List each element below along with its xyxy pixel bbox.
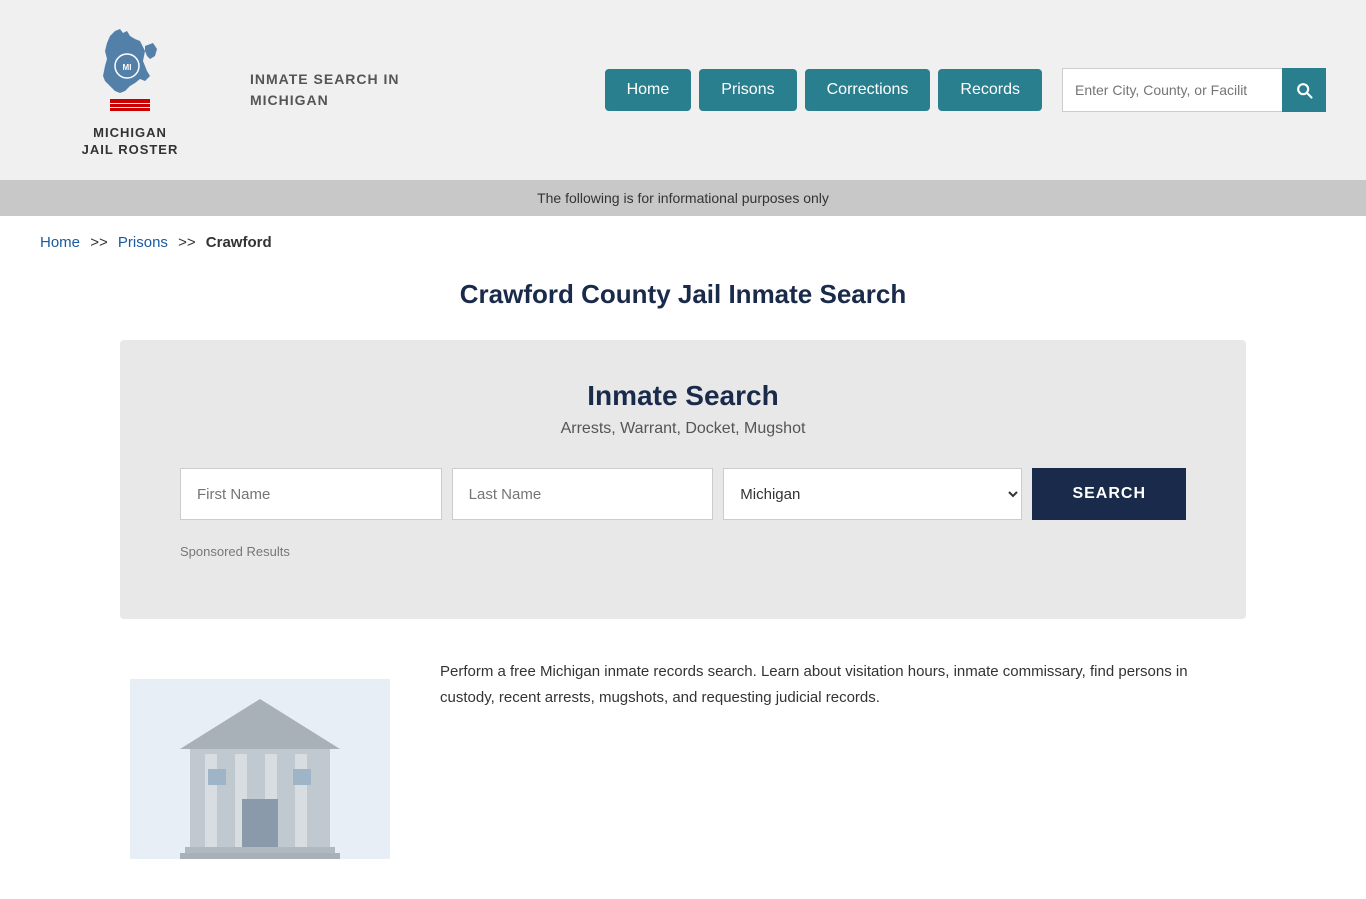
breadcrumb-sep-2: >>: [178, 234, 196, 251]
nav-prisons[interactable]: Prisons: [699, 69, 796, 111]
header-search-input[interactable]: [1062, 68, 1282, 112]
search-container: Inmate Search Arrests, Warrant, Docket, …: [120, 340, 1246, 619]
nav-home[interactable]: Home: [605, 69, 692, 111]
sponsored-results-label: Sponsored Results: [180, 544, 1186, 559]
page-title: Crawford County Jail Inmate Search: [0, 269, 1366, 340]
first-name-input[interactable]: [180, 468, 442, 520]
bottom-section: Perform a free Michigan inmate records s…: [0, 619, 1366, 899]
breadcrumb-sep-1: >>: [90, 234, 108, 251]
breadcrumb-prisons[interactable]: Prisons: [118, 234, 168, 251]
info-bar-text: The following is for informational purpo…: [537, 190, 829, 206]
header-search-button[interactable]: [1282, 68, 1326, 112]
search-box-subtitle: Arrests, Warrant, Docket, Mugshot: [180, 420, 1186, 438]
main-nav: Home Prisons Corrections Records: [605, 68, 1326, 112]
info-bar: The following is for informational purpo…: [0, 180, 1366, 216]
last-name-input[interactable]: [452, 468, 714, 520]
breadcrumb-current: Crawford: [206, 234, 272, 251]
search-icon: [1294, 80, 1314, 100]
breadcrumb-home[interactable]: Home: [40, 234, 80, 251]
header-search-area: [1062, 68, 1326, 112]
nav-corrections[interactable]: Corrections: [805, 69, 931, 111]
bottom-description: Perform a free Michigan inmate records s…: [440, 659, 1246, 710]
logo-area: MI MICHIGAN JAIL ROSTER: [40, 21, 220, 159]
search-box-title: Inmate Search: [180, 380, 1186, 412]
search-form: AlabamaAlaskaArizonaArkansasCaliforniaCo…: [180, 468, 1186, 520]
logo-image: MI: [85, 21, 175, 121]
svg-text:MI: MI: [123, 63, 132, 72]
state-select[interactable]: AlabamaAlaskaArizonaArkansasCaliforniaCo…: [723, 468, 1022, 520]
header: MI MICHIGAN JAIL ROSTER INMATE SEARCH IN…: [0, 0, 1366, 180]
site-title: INMATE SEARCH IN MICHIGAN: [250, 69, 410, 111]
courthouse-svg: [130, 679, 390, 859]
nav-records[interactable]: Records: [938, 69, 1042, 111]
breadcrumb: Home >> Prisons >> Crawford: [0, 216, 1366, 269]
logo-text: MICHIGAN JAIL ROSTER: [82, 125, 179, 159]
search-submit-button[interactable]: SEARCH: [1032, 468, 1186, 520]
building-image: [120, 659, 400, 859]
